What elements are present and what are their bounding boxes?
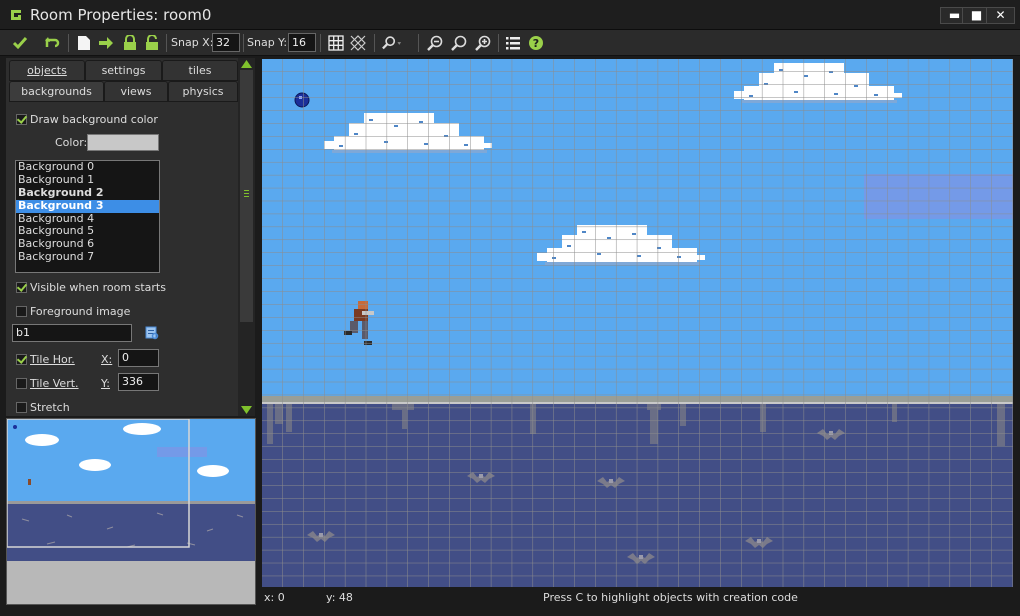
- zoom-dropdown-icon[interactable]: [382, 33, 402, 53]
- ok-checkmark-icon[interactable]: [10, 33, 30, 53]
- scroll-thumb[interactable]: [240, 70, 253, 322]
- grid-icon[interactable]: [326, 33, 346, 53]
- foreground-checkbox[interactable]: [16, 306, 27, 317]
- room-editor-canvas[interactable]: [262, 59, 1013, 587]
- close-button[interactable]: ✕: [986, 7, 1015, 24]
- gamemaker-logo-icon: [8, 7, 24, 23]
- svg-text:?: ?: [533, 37, 539, 50]
- room-minimap[interactable]: [6, 418, 256, 605]
- lock-icon[interactable]: [120, 33, 140, 53]
- shift-arrow-icon[interactable]: [96, 33, 116, 53]
- y-offset-field[interactable]: 336: [118, 373, 159, 391]
- snap-y-label: Snap Y:: [247, 36, 288, 49]
- unlock-icon[interactable]: [142, 33, 162, 53]
- list-icon[interactable]: [503, 33, 523, 53]
- visible-checkbox[interactable]: [16, 282, 27, 293]
- background-list-item[interactable]: Background 3: [16, 199, 159, 213]
- window-title: Room Properties: room0: [30, 6, 212, 24]
- status-bar: x: 0 y: 48 Press C to highlight objects …: [256, 588, 1020, 608]
- properties-panel: objects settings tiles backgrounds views…: [6, 58, 238, 416]
- panel-scrollbar[interactable]: [238, 58, 255, 416]
- scroll-down-icon[interactable]: [241, 406, 252, 414]
- draw-bg-color-label: Draw background color: [30, 113, 158, 126]
- iso-grid-icon[interactable]: [348, 33, 368, 53]
- select-background-icon[interactable]: [145, 326, 159, 340]
- help-icon[interactable]: ?: [526, 33, 546, 53]
- tab-tiles[interactable]: tiles: [162, 60, 238, 81]
- tile-vert-label: Tile Vert.: [30, 377, 79, 390]
- y-label: Y:: [101, 377, 110, 390]
- tile-hor-checkbox[interactable]: [16, 354, 27, 365]
- title-bar: Room Properties: room0 ▬ ■ ✕: [0, 0, 1020, 30]
- zoom-reset-icon[interactable]: [449, 33, 469, 53]
- tile-vert-checkbox[interactable]: [16, 378, 27, 389]
- background-list[interactable]: Background 0 Background 1 Background 2 Back…: [15, 160, 160, 273]
- background-list-item[interactable]: Background 2: [16, 186, 159, 200]
- tab-views[interactable]: views: [104, 81, 168, 102]
- snap-y-input[interactable]: [288, 33, 316, 52]
- tab-physics[interactable]: physics: [168, 81, 238, 102]
- x-offset-field[interactable]: 0: [118, 349, 159, 367]
- background-list-item[interactable]: Background 7: [16, 250, 159, 264]
- background-name-field[interactable]: b1: [12, 324, 132, 342]
- draw-bg-color-checkbox[interactable]: [16, 114, 27, 125]
- zoom-out-icon[interactable]: [425, 33, 445, 53]
- stretch-checkbox[interactable]: [16, 402, 27, 413]
- status-hint: Press C to highlight objects with creati…: [543, 591, 798, 604]
- x-label: X:: [101, 353, 113, 366]
- snap-x-input[interactable]: [212, 33, 240, 52]
- cursor-x-readout: x: 0: [264, 591, 285, 604]
- cursor-y-readout: y: 48: [326, 591, 353, 604]
- snap-x-label: Snap X:: [171, 36, 214, 49]
- stretch-label: Stretch: [30, 401, 70, 414]
- tab-backgrounds[interactable]: backgrounds: [9, 81, 104, 102]
- undo-icon[interactable]: [42, 33, 62, 53]
- color-label: Color:: [55, 136, 88, 149]
- tile-hor-label: Tile Hor.: [30, 353, 75, 366]
- background-list-item[interactable]: Background 0: [16, 160, 159, 174]
- zoom-in-icon[interactable]: [473, 33, 493, 53]
- foreground-label: Foreground image: [30, 305, 131, 318]
- color-swatch[interactable]: [87, 134, 159, 151]
- toolbar: Snap X: Snap Y: ?: [0, 30, 1020, 56]
- background-list-item[interactable]: Background 1: [16, 173, 159, 187]
- canvas-border: [1014, 59, 1020, 587]
- tab-settings[interactable]: settings: [85, 60, 162, 81]
- scroll-up-icon[interactable]: [241, 60, 252, 68]
- visible-label: Visible when room starts: [30, 281, 166, 294]
- new-document-icon[interactable]: [74, 33, 94, 53]
- tab-objects[interactable]: objects: [9, 60, 85, 81]
